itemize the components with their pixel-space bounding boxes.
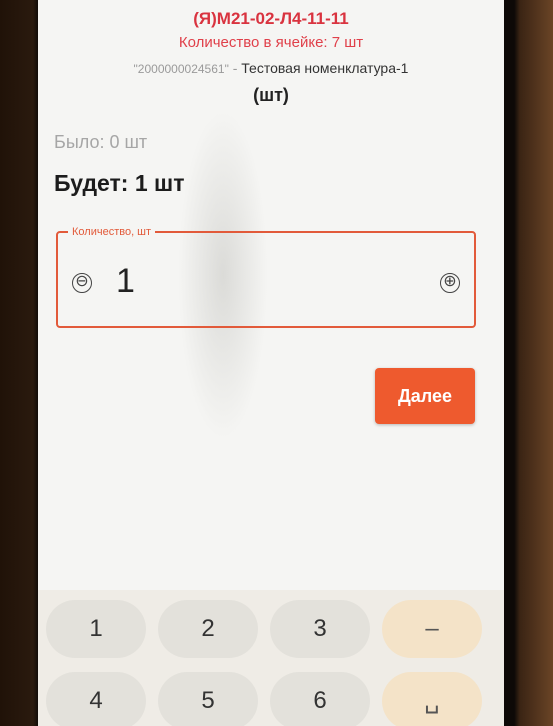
- quantity-field-label: Количество, шт: [68, 224, 156, 240]
- next-button[interactable]: Далее: [375, 368, 475, 424]
- app-screen: (Я)М21-02-Л4-11-11 Количество в ячейке: …: [38, 0, 504, 726]
- key-2[interactable]: 2: [158, 600, 258, 658]
- minus-icon[interactable]: ⊖: [72, 273, 92, 293]
- cell-quantity: Количество в ячейке: 7 шт: [178, 34, 364, 51]
- key-4[interactable]: 4: [46, 672, 146, 726]
- product-line: "2000000024561" - Тестовая номенклатура-…: [38, 58, 504, 79]
- device-frame: (Я)М21-02-Л4-11-11 Количество в ячейке: …: [0, 0, 553, 726]
- barcode-separator: -: [228, 60, 242, 76]
- key-1[interactable]: 1: [46, 600, 146, 658]
- key-5[interactable]: 5: [158, 672, 258, 726]
- product-name: Тестовая номенклатура-1: [241, 60, 409, 76]
- was-count: Было: 0 шт: [54, 132, 148, 152]
- cell-code: (Я)М21-02-Л4-11-11: [193, 9, 349, 28]
- quantity-field[interactable]: Количество, шт ⊖ 1 ⊕: [56, 224, 476, 328]
- task-header: (Я)М21-02-Л4-11-11 Количество в ячейке: …: [38, 8, 504, 107]
- key-6[interactable]: 6: [270, 672, 370, 726]
- product-unit: (шт): [253, 85, 289, 105]
- plus-icon[interactable]: ⊕: [440, 273, 460, 293]
- will-be-count: Будет: 1 шт: [54, 170, 185, 196]
- product-barcode: "2000000024561": [133, 62, 229, 76]
- numeric-keyboard: 1 2 3 – 4 5 6 ␣: [38, 590, 504, 726]
- key-3[interactable]: 3: [270, 600, 370, 658]
- key-space[interactable]: ␣: [382, 672, 482, 726]
- quantity-value[interactable]: 1: [116, 261, 135, 301]
- key-minus[interactable]: –: [382, 600, 482, 658]
